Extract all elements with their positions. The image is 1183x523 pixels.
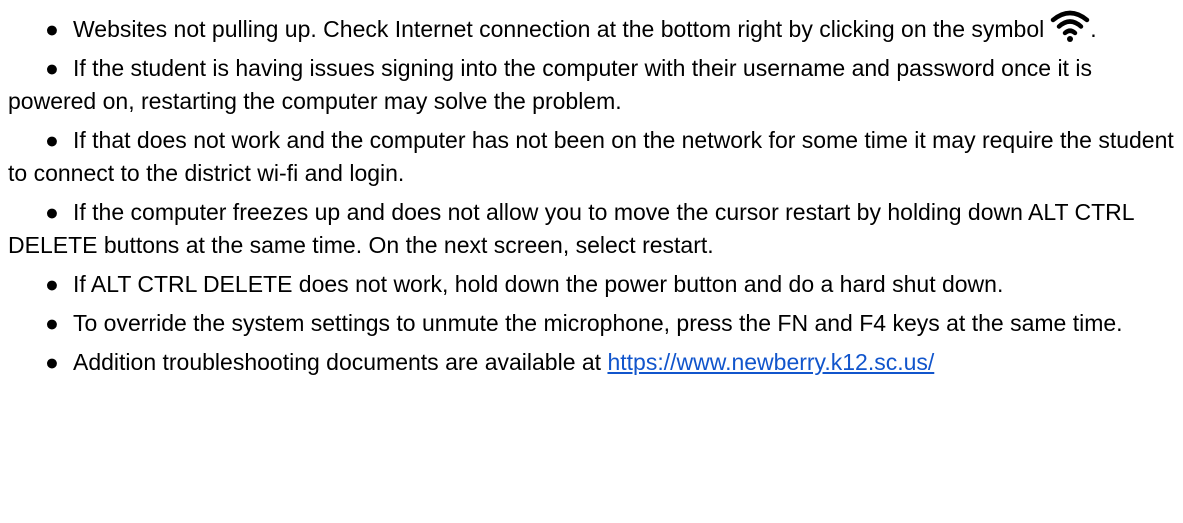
bullet: ● (45, 271, 59, 297)
item-text: To override the system settings to unmut… (73, 310, 1123, 336)
list-item: ● If the computer freezes up and does not… (8, 196, 1183, 262)
item-text: Websites not pulling up. Check Internet … (73, 16, 1045, 42)
list-item: ● If the student is having issues signing… (8, 52, 1183, 118)
list-item: ● Websites not pulling up. Check Internet… (8, 7, 1183, 46)
item-text-end: . (1090, 16, 1097, 42)
troubleshooting-list: ● Websites not pulling up. Check Internet… (0, 0, 1183, 379)
list-item: ● To override the system settings to unmu… (8, 307, 1183, 340)
item-text: If the computer freezes up and does not … (8, 199, 1134, 258)
bullet: ● (45, 310, 59, 336)
list-item: ● If that does not work and the computer … (8, 124, 1183, 190)
bullet: ● (45, 127, 59, 153)
district-website-link[interactable]: https://www.newberry.k12.sc.us/ (607, 349, 934, 375)
list-item: ● If ALT CTRL DELETE does not work, hold … (8, 268, 1183, 301)
item-text: If ALT CTRL DELETE does not work, hold d… (73, 271, 1004, 297)
item-text: If the student is having issues signing … (8, 55, 1092, 114)
item-text: Addition troubleshooting documents are a… (73, 349, 602, 375)
bullet: ● (45, 55, 59, 81)
bullet: ● (45, 199, 59, 225)
bullet: ● (45, 349, 59, 375)
item-text: If that does not work and the computer h… (8, 127, 1174, 186)
list-item: ● Addition troubleshooting documents are … (8, 346, 1183, 379)
wifi-icon (1050, 7, 1090, 43)
bullet: ● (45, 16, 59, 42)
